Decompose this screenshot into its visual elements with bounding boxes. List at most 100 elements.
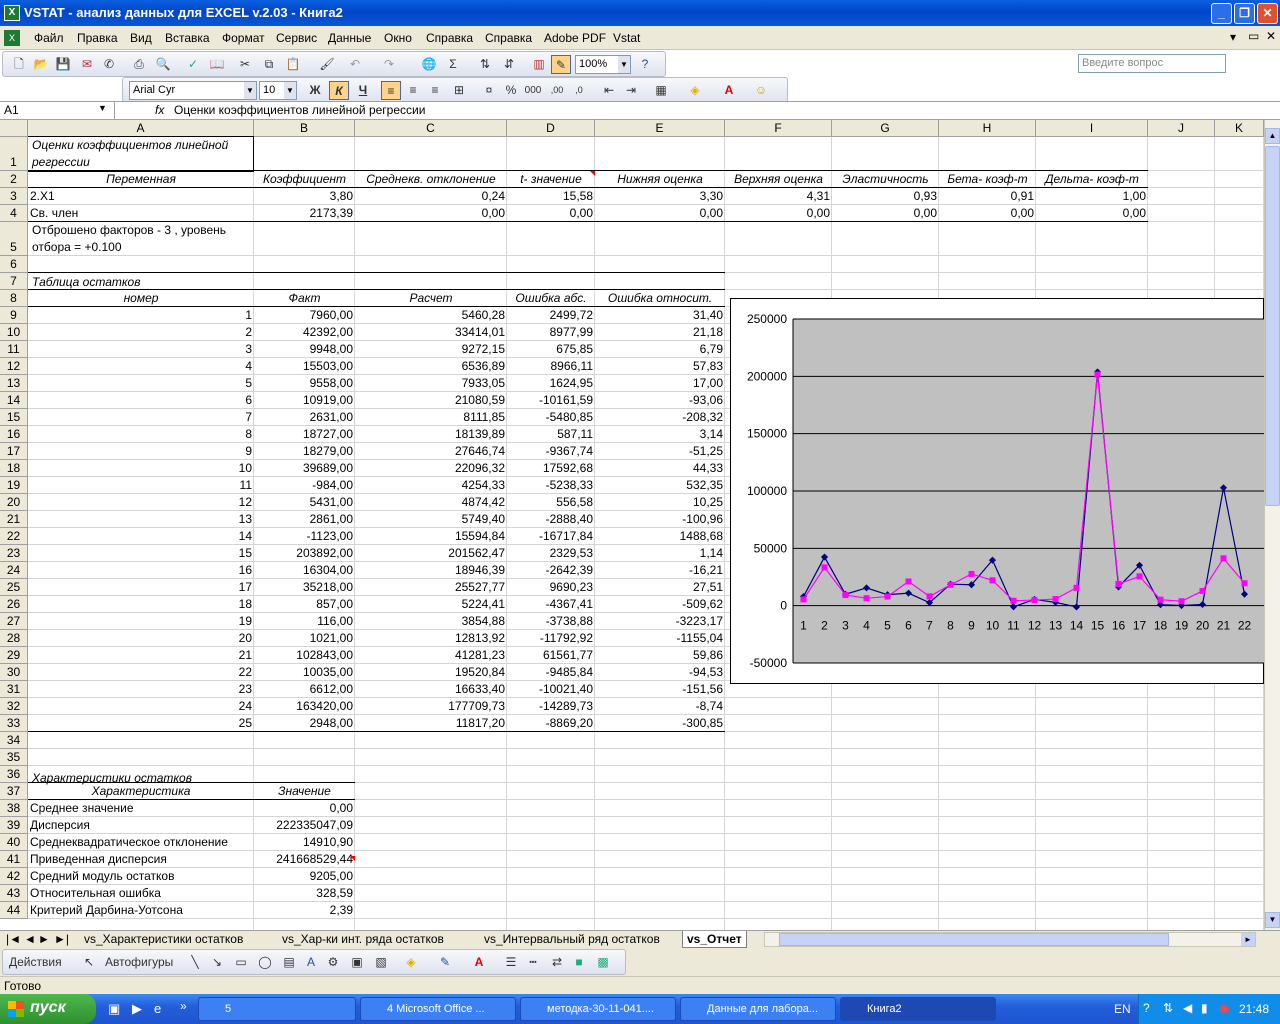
formula-input[interactable]: Оценки коэффициентов линейной регрессии: [174, 103, 425, 117]
residual-cell[interactable]: -2888,40: [507, 511, 595, 528]
residuals-chart[interactable]: 250000 200000 150000 100000 50000 0 -50000 1 2 3 4…: [730, 298, 1264, 684]
coef-cell[interactable]: 4,31: [725, 188, 832, 205]
row-header[interactable]: 31: [0, 681, 28, 698]
oval-icon[interactable]: ◯: [255, 953, 275, 972]
row-header[interactable]: 13: [0, 375, 28, 392]
rectangle-icon[interactable]: ▭: [231, 953, 251, 972]
row-header[interactable]: 19: [0, 477, 28, 494]
residual-cell[interactable]: 7: [28, 409, 254, 426]
residual-cell[interactable]: 44,33: [595, 460, 725, 477]
start-button[interactable]: пуск: [0, 994, 96, 1024]
residual-cell[interactable]: 9948,00: [254, 341, 355, 358]
dash-style-icon[interactable]: ┅: [523, 953, 543, 972]
coef-cell[interactable]: 0,00: [725, 205, 832, 222]
doc-restore-icon[interactable]: ▭: [1248, 29, 1259, 43]
residual-cell[interactable]: 15: [28, 545, 254, 562]
menu-format[interactable]: Формат: [222, 31, 265, 45]
menu-help[interactable]: Справка: [426, 31, 473, 45]
coef-header-cell[interactable]: Дельта- коэф-т: [1036, 171, 1148, 188]
residual-cell[interactable]: 21080,59: [355, 392, 507, 409]
autosum-icon[interactable]: Σ: [443, 55, 463, 74]
row-header[interactable]: 27: [0, 613, 28, 630]
merge-center-icon[interactable]: ⊞: [449, 81, 469, 100]
residual-header-cell[interactable]: Расчет: [355, 290, 507, 307]
row-header[interactable]: 22: [0, 528, 28, 545]
residual-cell[interactable]: -9367,74: [507, 443, 595, 460]
char-cell[interactable]: Среднее значение: [28, 800, 254, 817]
residual-cell[interactable]: 5224,41: [355, 596, 507, 613]
hyperlink-icon[interactable]: 🌐: [419, 55, 439, 74]
row-header[interactable]: 2: [0, 171, 28, 188]
horizontal-scrollbar[interactable]: ►: [764, 932, 1256, 947]
increase-decimal-icon[interactable]: ,00: [547, 81, 567, 100]
residual-cell[interactable]: 675,85: [507, 341, 595, 358]
residual-cell[interactable]: 18139,89: [355, 426, 507, 443]
paste-icon[interactable]: 📋: [283, 55, 303, 74]
residual-cell[interactable]: 11: [28, 477, 254, 494]
residual-cell[interactable]: 6612,00: [254, 681, 355, 698]
residual-cell[interactable]: -509,62: [595, 596, 725, 613]
copy-icon[interactable]: ⧉: [259, 55, 279, 74]
ie-icon[interactable]: e: [154, 1001, 161, 1016]
row-header[interactable]: 30: [0, 664, 28, 681]
new-icon[interactable]: 🗋: [9, 55, 29, 74]
wordart-icon[interactable]: A: [301, 953, 321, 972]
menu-tools[interactable]: Сервис: [276, 31, 317, 45]
smiley-icon[interactable]: ☺: [751, 81, 771, 100]
row-header[interactable]: 16: [0, 426, 28, 443]
residual-cell[interactable]: 1: [28, 307, 254, 324]
bold-button[interactable]: Ж: [305, 81, 325, 100]
language-indicator[interactable]: EN: [1114, 1002, 1131, 1016]
residual-cell[interactable]: 19: [28, 613, 254, 630]
last-sheet-icon[interactable]: ►|: [50, 931, 73, 948]
row-header[interactable]: 10: [0, 324, 28, 341]
row-header[interactable]: 36: [0, 766, 28, 783]
char-cell[interactable]: Критерий Дарбина-Уотсона: [28, 902, 254, 919]
residual-cell[interactable]: 17,00: [595, 375, 725, 392]
residual-cell[interactable]: 10919,00: [254, 392, 355, 409]
residual-cell[interactable]: -151,56: [595, 681, 725, 698]
doc-close-icon[interactable]: ✕: [1266, 29, 1276, 43]
residual-cell[interactable]: 6536,89: [355, 358, 507, 375]
redo-icon[interactable]: ↷: [379, 55, 399, 74]
coef-cell[interactable]: 2173,39: [254, 205, 355, 222]
row-header[interactable]: 25: [0, 579, 28, 596]
row-header[interactable]: 35: [0, 749, 28, 766]
residual-header-cell[interactable]: Факт: [254, 290, 355, 307]
underline-button[interactable]: Ч: [353, 81, 373, 100]
residual-cell[interactable]: -16717,84: [507, 528, 595, 545]
format-painter-icon[interactable]: 🖌: [317, 55, 337, 74]
residual-cell[interactable]: -94,53: [595, 664, 725, 681]
row-header[interactable]: 34: [0, 732, 28, 749]
align-left-icon[interactable]: ≡: [381, 81, 401, 100]
column-header[interactable]: D: [507, 120, 595, 137]
residual-cell[interactable]: -984,00: [254, 477, 355, 494]
coef-cell[interactable]: 0,00: [355, 205, 507, 222]
residual-cell[interactable]: -1123,00: [254, 528, 355, 545]
residual-cell[interactable]: 27646,74: [355, 443, 507, 460]
residual-cell[interactable]: 18: [28, 596, 254, 613]
column-header[interactable]: I: [1036, 120, 1148, 137]
residual-cell[interactable]: 556,58: [507, 494, 595, 511]
save-icon[interactable]: 💾: [53, 55, 73, 74]
residual-header-cell[interactable]: номер: [28, 290, 254, 307]
autoshapes-button[interactable]: Автофигуры: [105, 953, 183, 972]
residual-cell[interactable]: 8966,11: [507, 358, 595, 375]
coef-cell[interactable]: 0,91: [939, 188, 1036, 205]
residual-cell[interactable]: 1021,00: [254, 630, 355, 647]
residual-cell[interactable]: 6: [28, 392, 254, 409]
coef-header-cell[interactable]: Эластичность: [832, 171, 939, 188]
row-header[interactable]: 8: [0, 290, 28, 307]
residual-header-cell[interactable]: Ошибка абс.: [507, 290, 595, 307]
residual-cell[interactable]: 5: [28, 375, 254, 392]
column-header[interactable]: K: [1215, 120, 1264, 137]
residual-cell[interactable]: 4874,42: [355, 494, 507, 511]
help-tray-icon[interactable]: ?: [1143, 1001, 1150, 1015]
increase-indent-icon[interactable]: ⇥: [621, 81, 641, 100]
currency-icon[interactable]: ¤: [479, 81, 499, 100]
residual-cell[interactable]: 35218,00: [254, 579, 355, 596]
coef-header-cell[interactable]: Нижняя оценка: [595, 171, 725, 188]
residual-cell[interactable]: 21,18: [595, 324, 725, 341]
spelling-icon[interactable]: ✓: [183, 55, 203, 74]
select-all-corner[interactable]: [0, 120, 28, 137]
